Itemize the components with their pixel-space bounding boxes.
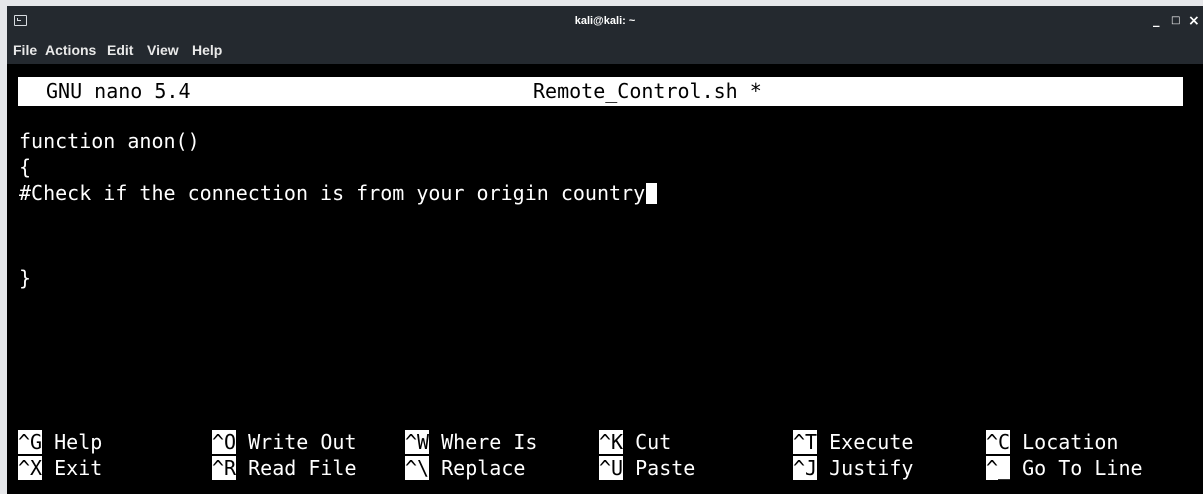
shortcut-label: Justify bbox=[829, 456, 914, 480]
text-cursor bbox=[646, 183, 658, 204]
shortcut-label: Replace bbox=[441, 456, 526, 480]
shortcut-key: ^T bbox=[793, 430, 818, 454]
shortcut-label: Cut bbox=[635, 430, 672, 454]
shortcut-key: ^W bbox=[405, 430, 430, 454]
menu-file[interactable]: File bbox=[13, 42, 37, 58]
shortcut-read-file[interactable]: ^R Read File bbox=[212, 454, 357, 482]
title-bar[interactable]: kali@kali: ~ _ □ × bbox=[7, 6, 1203, 36]
shortcut-replace[interactable]: ^\ Replace bbox=[405, 454, 525, 482]
shortcut-where-is[interactable]: ^W Where Is bbox=[405, 428, 537, 456]
shortcut-key: ^X bbox=[18, 456, 43, 480]
menu-actions[interactable]: Actions bbox=[45, 42, 96, 58]
shortcut-label: Help bbox=[54, 430, 103, 454]
nano-header: GNU nano 5.4 Remote_Control.sh * bbox=[18, 77, 1183, 106]
shortcut-paste[interactable]: ^U Paste bbox=[599, 454, 695, 482]
shortcut-key: ^\ bbox=[405, 456, 430, 480]
menu-help[interactable]: Help bbox=[192, 42, 222, 58]
shortcut-key: ^J bbox=[793, 456, 818, 480]
buffer-line: } bbox=[19, 266, 32, 290]
shortcut-write-out[interactable]: ^O Write Out bbox=[212, 428, 357, 456]
shortcut-key: ^U bbox=[599, 456, 624, 480]
nano-filename: Remote_Control.sh * bbox=[533, 79, 762, 103]
shortcut-label: Write Out bbox=[248, 430, 357, 454]
shortcut-key: ^_ bbox=[986, 456, 1011, 480]
terminal-window: kali@kali: ~ _ □ × File Actions Edit Vie… bbox=[7, 6, 1203, 494]
shortcut-exit[interactable]: ^X Exit bbox=[18, 454, 102, 482]
shortcut-key: ^K bbox=[599, 430, 624, 454]
menu-edit[interactable]: Edit bbox=[107, 42, 133, 58]
buffer-line: { bbox=[19, 155, 32, 179]
buffer-line: function anon() bbox=[19, 129, 200, 153]
window-title: kali@kali: ~ bbox=[574, 15, 636, 27]
nano-version: GNU nano 5.4 bbox=[46, 79, 191, 103]
buffer-line: #Check if the connection is from your or… bbox=[19, 180, 658, 207]
shortcut-help[interactable]: ^G Help bbox=[18, 428, 102, 456]
shortcut-label: Where Is bbox=[441, 430, 538, 454]
shortcut-execute[interactable]: ^T Execute bbox=[793, 428, 913, 456]
menu-view[interactable]: View bbox=[147, 42, 179, 58]
close-icon[interactable]: × bbox=[1188, 6, 1200, 36]
menu-bar: File Actions Edit View Help bbox=[7, 36, 1203, 64]
buffer-line-text: #Check if the connection is from your or… bbox=[19, 181, 646, 205]
shortcut-key: ^G bbox=[18, 430, 43, 454]
minimize-icon[interactable]: _ bbox=[1153, 6, 1160, 36]
shortcut-go-to-line[interactable]: ^_ Go To Line bbox=[986, 454, 1143, 482]
shortcut-key: ^R bbox=[212, 456, 237, 480]
shortcut-label: Go To Line bbox=[1022, 456, 1143, 480]
maximize-icon[interactable]: □ bbox=[1171, 6, 1180, 36]
shortcut-justify[interactable]: ^J Justify bbox=[793, 454, 913, 482]
shortcut-label: Execute bbox=[829, 430, 914, 454]
shortcut-label: Paste bbox=[635, 456, 696, 480]
terminal-area[interactable]: GNU nano 5.4 Remote_Control.sh * functio… bbox=[7, 64, 1203, 494]
shortcut-label: Exit bbox=[54, 456, 103, 480]
shortcut-cut[interactable]: ^K Cut bbox=[599, 428, 671, 456]
shortcut-label: Read File bbox=[248, 456, 357, 480]
shortcut-location[interactable]: ^C Location bbox=[986, 428, 1118, 456]
shortcut-key: ^C bbox=[986, 430, 1011, 454]
shortcut-label: Location bbox=[1022, 430, 1119, 454]
shortcut-key: ^O bbox=[212, 430, 237, 454]
